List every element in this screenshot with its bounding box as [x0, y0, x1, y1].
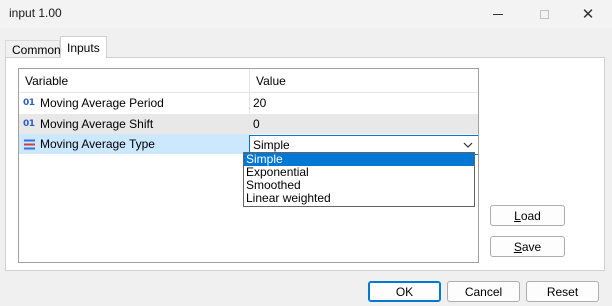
variable-name: Moving Average Shift [40, 117, 154, 131]
minimize-icon [493, 13, 503, 15]
save-button[interactable]: Save [490, 236, 565, 257]
int-type-icon: 01 [23, 98, 35, 108]
load-button-accel: L [514, 208, 521, 223]
table-row[interactable]: 01 Moving Average Period 20 [19, 93, 478, 113]
variable-name: Moving Average Period [40, 96, 164, 110]
combobox-value: Simple [253, 138, 290, 152]
variable-name: Moving Average Type [40, 137, 155, 151]
reset-button[interactable]: Reset [526, 281, 599, 302]
save-button-accel: S [513, 239, 522, 254]
window-title: input 1.00 [9, 6, 62, 20]
close-icon: ✕ [581, 6, 595, 23]
ma-type-dropdown-list: Simple Exponential Smoothed Linear weigh… [243, 152, 475, 207]
tab-inputs[interactable]: Inputs [60, 36, 107, 58]
value-cell[interactable]: 20 [249, 93, 478, 113]
maximize-button[interactable] [522, 0, 566, 28]
close-button[interactable]: ✕ [566, 0, 610, 28]
chevron-down-icon[interactable] [462, 139, 474, 151]
tab-inputs-label: Inputs [67, 40, 100, 55]
maximize-icon [539, 9, 549, 19]
dropdown-option-linear-weighted[interactable]: Linear weighted [244, 192, 474, 205]
int-type-icon: 01 [23, 119, 35, 129]
save-button-label: ave [521, 239, 542, 254]
tab-common-label: Common [12, 42, 61, 57]
table-row[interactable]: 01 Moving Average Shift 0 [19, 114, 478, 134]
enum-type-icon [23, 138, 39, 150]
title-bar: input 1.00 ✕ [0, 0, 612, 28]
minimize-button[interactable] [476, 0, 520, 28]
tab-strip: Common Inputs [5, 36, 605, 58]
dialog-footer [0, 272, 612, 306]
tab-common[interactable]: Common [5, 40, 61, 58]
cancel-button[interactable]: Cancel [447, 281, 520, 302]
ok-button[interactable]: OK [368, 281, 441, 302]
load-button[interactable]: Load [490, 205, 565, 226]
grid-header: Variable Value [19, 69, 478, 93]
value-cell[interactable]: 0 [249, 114, 478, 134]
column-header-value[interactable]: Value [249, 69, 478, 93]
column-header-variable[interactable]: Variable [19, 69, 249, 93]
load-button-label: oad [520, 208, 541, 223]
